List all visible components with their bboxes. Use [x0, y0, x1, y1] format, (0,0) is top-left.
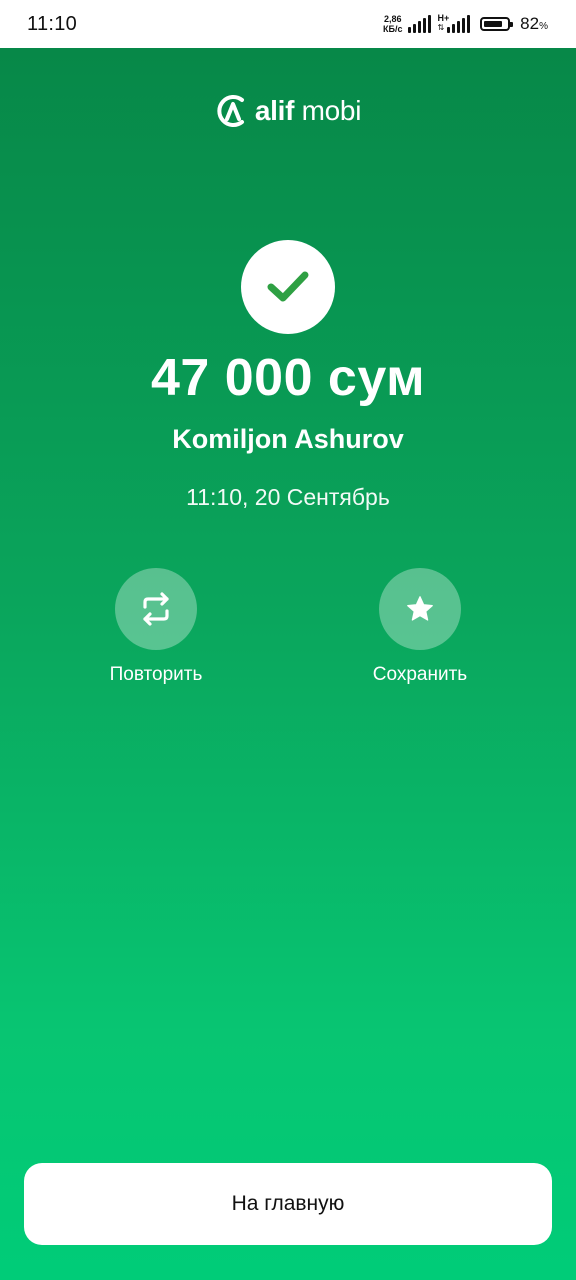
- repeat-icon: [143, 592, 169, 626]
- status-time: 11:10: [27, 12, 78, 35]
- signal-strength-icon: [408, 15, 432, 33]
- save-payment-button[interactable]: Сохранить: [340, 568, 500, 686]
- check-icon: [267, 271, 309, 302]
- payment-amount: 47 000 сум: [150, 349, 426, 407]
- signal-strength-2-icon: [447, 15, 471, 33]
- recipient-name: Komiljon Ashurov: [172, 424, 404, 454]
- network-speed: 2,86 КБ/с: [383, 14, 402, 34]
- network-type-label: H+: [437, 13, 450, 23]
- logo-text: alif mobi: [254, 95, 362, 126]
- battery-percent: 82%: [520, 14, 548, 33]
- repeat-label: Повторить: [109, 664, 203, 685]
- network-speed-value: 2,86: [383, 14, 402, 24]
- battery-icon: [480, 17, 514, 31]
- payment-success-screen: alif mobi 47 000 сум Komiljon Ashurov 11…: [0, 48, 576, 1280]
- status-bar: 11:10 2,86 КБ/с H+ ⇅ 82%: [0, 0, 576, 48]
- repeat-button-circle[interactable]: [115, 568, 197, 650]
- mobile-data-icon: H+ ⇅: [437, 13, 471, 33]
- network-speed-unit: КБ/с: [383, 24, 403, 34]
- success-badge: [241, 240, 335, 334]
- battery-fill: [484, 21, 503, 27]
- app-logo: alif mobi: [0, 92, 576, 130]
- alif-logo-icon: [217, 95, 244, 127]
- data-arrows-icon: ⇅: [437, 23, 445, 32]
- repeat-payment-button[interactable]: Повторить: [76, 568, 236, 686]
- save-button-circle[interactable]: [379, 568, 461, 650]
- star-icon: [407, 596, 433, 621]
- status-icons: 2,86 КБ/с H+ ⇅ 82%: [383, 13, 548, 34]
- save-label: Сохранить: [372, 664, 468, 685]
- payment-datetime: 11:10, 20 Сентябрь: [186, 484, 390, 510]
- go-home-button[interactable]: На главную: [24, 1163, 552, 1245]
